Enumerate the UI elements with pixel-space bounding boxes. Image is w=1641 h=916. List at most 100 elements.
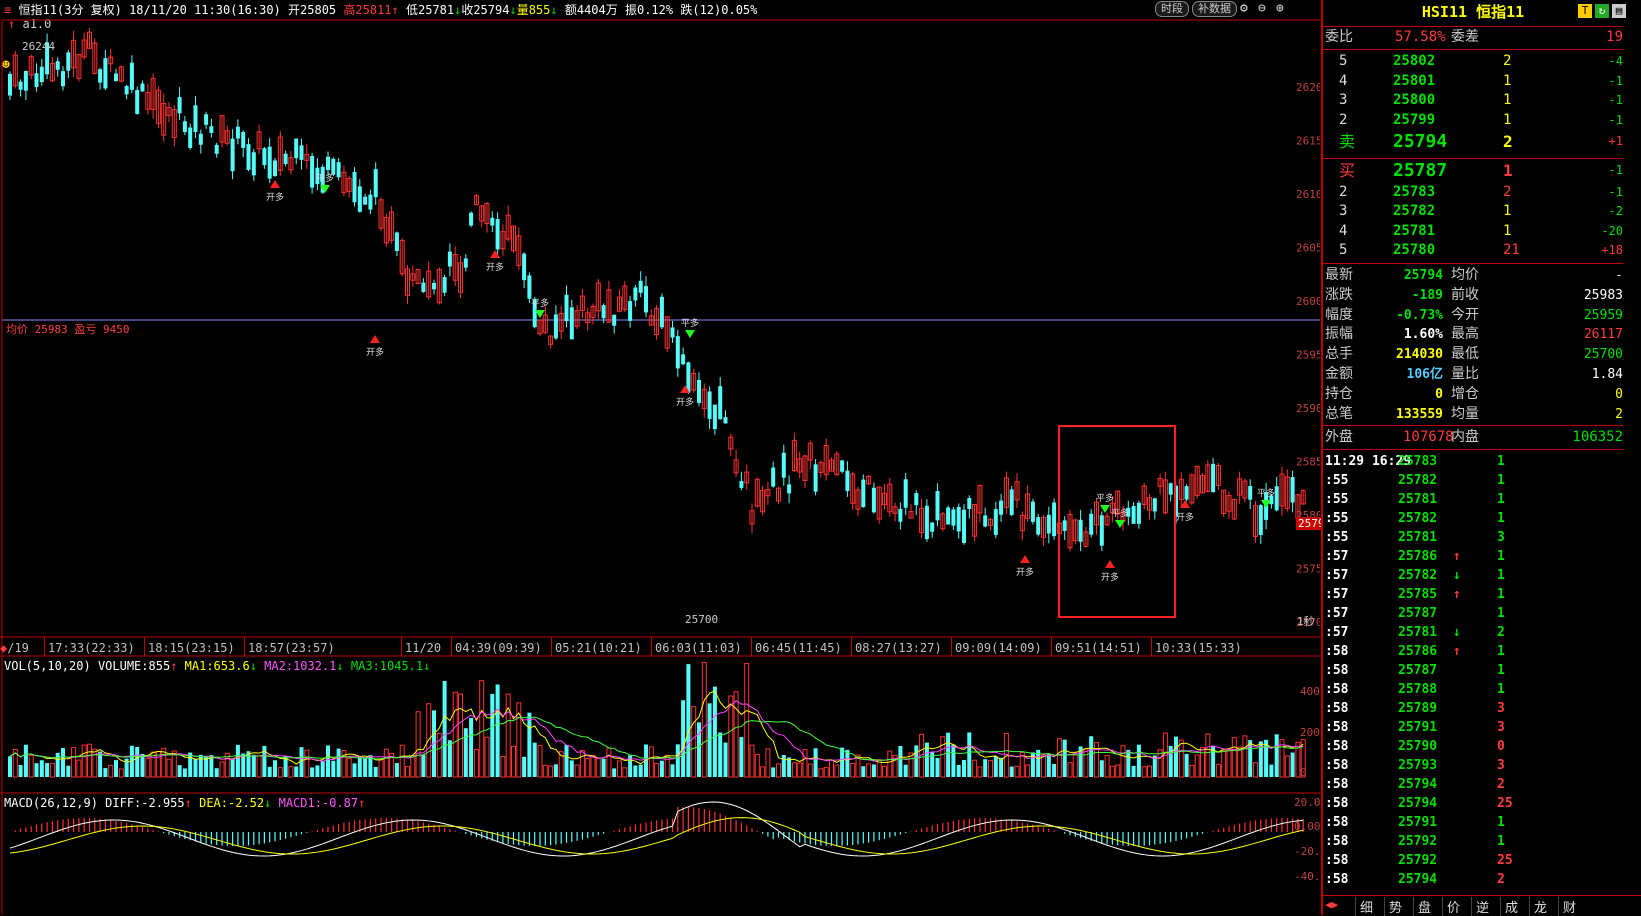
ask-level-row[interactable]: 3 25800 1 -1 [1323, 91, 1623, 110]
candle-body [601, 305, 606, 319]
volume-bar [81, 744, 87, 778]
candle-body [675, 336, 680, 369]
volume-bar [813, 748, 818, 777]
bottom-tab[interactable]: 细 [1355, 897, 1373, 916]
candle-body [697, 379, 701, 403]
volume-bar [686, 664, 691, 777]
volume-bar [882, 765, 887, 778]
candle-body [495, 219, 500, 250]
bottom-tab[interactable]: 价 [1442, 897, 1460, 916]
chart-canvas[interactable]: 开多平多开多开多平多平多开多开多平多平多开多开多平多 2620026150261… [0, 0, 1320, 915]
ask-level-row[interactable]: 卖 25794 2 +1 [1323, 132, 1623, 151]
buy-signal-arrow [270, 180, 280, 188]
signal-label: 开多 [1016, 566, 1034, 578]
menu-grid-icon[interactable]: ▤ [1612, 4, 1626, 18]
candle-body [871, 487, 876, 513]
candle-body [914, 493, 919, 506]
buy-signal-arrow [370, 335, 380, 343]
volume-bar [871, 764, 876, 777]
volume-bar [18, 765, 23, 777]
volume-bar [579, 750, 585, 778]
volume-bar [866, 763, 872, 778]
volume-bar [1089, 736, 1094, 777]
candle-body [373, 169, 378, 198]
candle-body [1036, 517, 1041, 535]
stats-row: 总笔 133559 均量 2 [1325, 405, 1623, 422]
bottom-tab[interactable]: 势 [1384, 897, 1402, 916]
volume-bar [744, 662, 750, 778]
ask-level-row[interactable]: 4 25801 1 -1 [1323, 72, 1623, 91]
candle-body [331, 158, 336, 175]
volume-bar [495, 684, 500, 777]
volume-bar [972, 759, 978, 778]
volume-bar [304, 749, 310, 778]
candle-body [633, 287, 638, 301]
refresh-icon[interactable]: ↻ [1595, 4, 1609, 18]
bid-level-row[interactable]: 5 25780 21 +18 [1323, 241, 1623, 260]
time-axis-label: 09:09(14:09) [955, 641, 1042, 655]
volume-bar [1178, 739, 1184, 778]
candle-body [670, 327, 675, 338]
candle-body [140, 83, 145, 92]
volume-bar [1025, 764, 1031, 778]
candle-body [781, 452, 786, 478]
tick-row: :57 25787 1 [1325, 606, 1505, 621]
tick-row: :58 25787 1 [1325, 663, 1505, 678]
bid-level-row[interactable]: 4 25781 1 -20 [1323, 222, 1623, 241]
volume-bar [617, 760, 622, 778]
volume-bar [765, 748, 771, 778]
bottom-tab[interactable]: 逆 [1471, 897, 1489, 916]
signal-label: 开多 [266, 191, 284, 203]
stats-row: 涨跌 -189 前收 25983 [1325, 286, 1623, 303]
volume-bar [1237, 746, 1243, 778]
bottom-tab[interactable]: 龙 [1529, 897, 1547, 916]
volume-bar [791, 762, 797, 778]
bottom-tab[interactable]: 成 [1500, 897, 1518, 916]
price-axis-label: 26100 [1296, 188, 1320, 201]
tick-row: :58 25794 2 [1325, 777, 1505, 792]
candle-body [1211, 463, 1216, 493]
volume-bar [87, 743, 92, 778]
candle-body [739, 481, 744, 488]
candle-body [553, 314, 558, 339]
signal-label: 平多 [681, 317, 699, 329]
stats-row: 总手 214030 最低 25700 [1325, 346, 1623, 363]
ask-level-row[interactable]: 5 25802 2 -4 [1323, 52, 1623, 71]
candle-body [39, 66, 44, 83]
volume-bar [352, 763, 357, 777]
bid-level-row[interactable]: 买 25787 1 -1 [1323, 161, 1623, 180]
tick-row: :55 25782 1 [1325, 473, 1505, 488]
t-button[interactable]: T [1578, 4, 1592, 18]
candle-body [993, 509, 998, 535]
ask-level-row[interactable]: 2 25799 1 -1 [1323, 111, 1623, 130]
buy-signal-arrow [1105, 560, 1115, 568]
tick-row: 11:29 16:29 25783 1 [1325, 454, 1505, 469]
volume-bar [622, 767, 628, 778]
candle-body [299, 145, 304, 160]
volume-bar [315, 765, 320, 777]
volume-bar [601, 758, 606, 777]
bid-level-row[interactable]: 3 25782 1 -2 [1323, 202, 1623, 221]
candle-body [1136, 502, 1141, 524]
volume-bar [797, 762, 803, 778]
candle-body [357, 186, 362, 212]
volume-bar [977, 766, 983, 778]
volume-bar [288, 766, 294, 778]
bottom-tab[interactable]: 盘 [1413, 897, 1431, 916]
candle-body [644, 286, 648, 313]
candle-body [1274, 486, 1279, 511]
volume-bar [956, 764, 961, 777]
price-axis-label: 26200 [1296, 81, 1320, 94]
tab-scroll-arrows[interactable]: ◀▶ [1325, 898, 1338, 911]
volume-bar [612, 768, 617, 777]
tick-row: :58 25788 1 [1325, 682, 1505, 697]
tick-row: :58 25791 3 [1325, 720, 1505, 735]
volume-bar [718, 732, 723, 777]
tick-row: :58 25789 3 [1325, 701, 1505, 716]
kline-chart-area[interactable]: ≡ 恒指11(3分 复权) 18/11/20 11:30(16:30) 开258… [0, 0, 1349, 915]
macd-indicator-header: MACD(26,12,9) DIFF:-2.955↑ DEA:-2.52↓ MA… [4, 796, 366, 810]
bottom-tab[interactable]: 财 [1558, 897, 1576, 916]
bid-level-row[interactable]: 2 25783 2 -1 [1323, 183, 1623, 202]
macd-axis-label: -20.00 [1294, 845, 1320, 858]
time-axis-label: 05:21(10:21) [555, 641, 642, 655]
